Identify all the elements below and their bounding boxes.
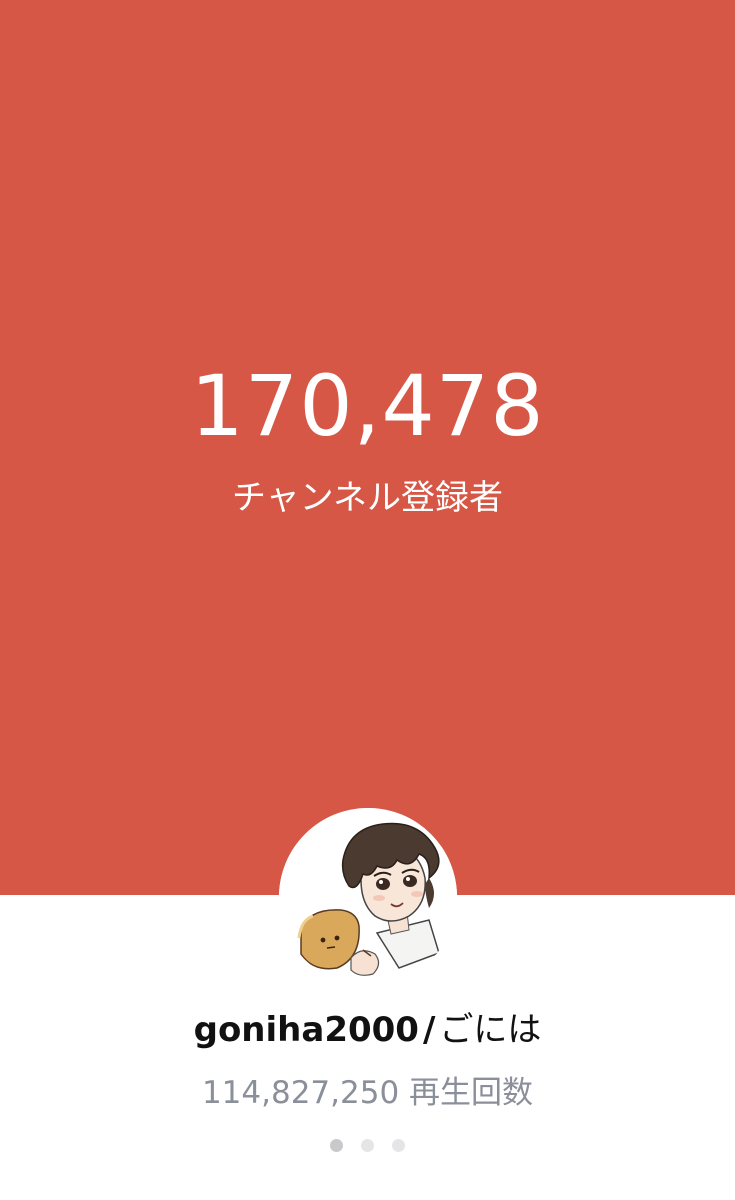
- page-dot-3[interactable]: [392, 1138, 405, 1152]
- channel-name[interactable]: goniha2000/ごには: [0, 1002, 735, 1058]
- channel-handle: goniha2000: [193, 1010, 419, 1050]
- anime-boy-portrait-icon: [279, 808, 457, 986]
- view-count: 114,827,250: [201, 1075, 400, 1111]
- page-dot-2[interactable]: [361, 1138, 374, 1152]
- view-count-label: 再生回数: [409, 1075, 534, 1111]
- subscriber-label: チャンネル登録者: [232, 478, 503, 518]
- page-dot-1[interactable]: [330, 1138, 343, 1152]
- stats-banner: 170,478 チャンネル登録者: [0, 0, 735, 895]
- avatar[interactable]: [279, 808, 457, 986]
- view-count-line: 114,827,250 再生回数: [0, 1068, 735, 1118]
- subscriber-count: 170,478: [190, 357, 545, 455]
- channel-display-name: ごには: [439, 1010, 542, 1050]
- name-separator: /: [422, 1010, 436, 1050]
- channel-stats-card: 170,478 チャンネル登録者 goniha2000 / ごには 114,82…: [0, 0, 735, 1200]
- page-indicator: [0, 1137, 735, 1153]
